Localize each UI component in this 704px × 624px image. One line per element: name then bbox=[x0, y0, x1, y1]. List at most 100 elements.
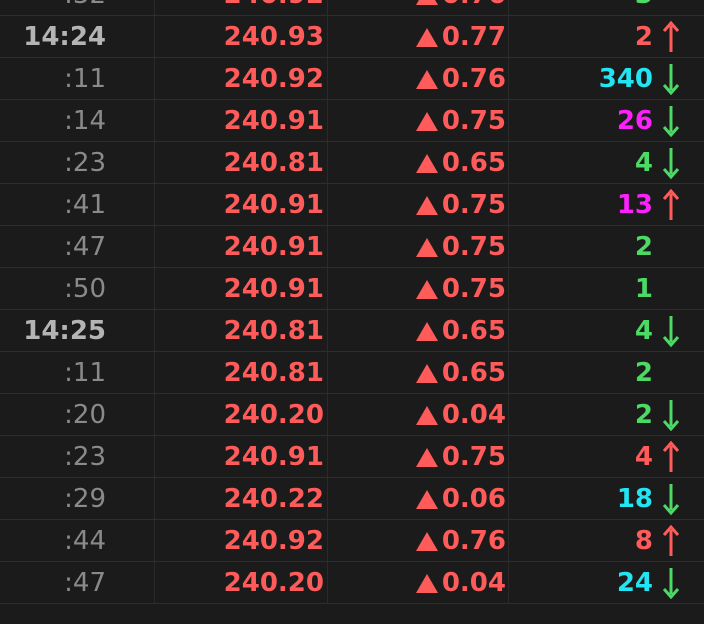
price-up-triangle-icon bbox=[416, 112, 438, 131]
trade-time: :14 bbox=[64, 106, 106, 136]
trade-change: 0.65 bbox=[441, 316, 506, 346]
trade-price: 240.92 bbox=[154, 0, 324, 16]
trade-time: :47 bbox=[64, 232, 106, 262]
trade-volume: 2 bbox=[634, 400, 653, 430]
trade-time: :41 bbox=[64, 190, 106, 220]
trade-time: :44 bbox=[64, 526, 106, 556]
trade-change: 0.75 bbox=[441, 190, 506, 220]
up-arrow-icon bbox=[662, 440, 680, 472]
trade-time: :32 bbox=[0, 0, 106, 16]
price-up-triangle-icon bbox=[416, 322, 438, 341]
trade-time: :11 bbox=[64, 64, 106, 94]
trade-price: 240.81 bbox=[223, 358, 324, 388]
price-up-triangle-icon bbox=[416, 280, 438, 299]
trade-volume: 26 bbox=[616, 106, 653, 136]
trade-time: :47 bbox=[64, 568, 106, 598]
trade-volume: 4 bbox=[634, 316, 653, 346]
trade-change: 0.65 bbox=[441, 358, 506, 388]
trade-row: :41 240.91 0.75 13 bbox=[0, 184, 704, 226]
trade-time: 14:24 bbox=[23, 22, 106, 52]
up-arrow-icon bbox=[662, 524, 680, 556]
trade-row: :11 240.92 0.76 340 bbox=[0, 58, 704, 100]
trade-change: 0.75 bbox=[441, 106, 506, 136]
trade-change: 0.06 bbox=[441, 484, 506, 514]
trade-volume: 340 bbox=[598, 64, 653, 94]
price-up-triangle-icon bbox=[416, 28, 438, 47]
trade-price: 240.92 bbox=[223, 64, 324, 94]
trade-row: :23 240.81 0.65 4 bbox=[0, 142, 704, 184]
trade-price: 240.91 bbox=[223, 190, 324, 220]
trade-time: :23 bbox=[64, 148, 106, 178]
price-up-triangle-icon bbox=[416, 364, 438, 383]
trade-time: :50 bbox=[64, 274, 106, 304]
trade-row: :23 240.91 0.75 4 bbox=[0, 436, 704, 478]
price-up-triangle-icon bbox=[416, 70, 438, 89]
trade-time: :23 bbox=[64, 442, 106, 472]
trade-volume: 2 bbox=[634, 22, 653, 52]
price-up-triangle-icon bbox=[416, 406, 438, 425]
trade-change: 0.65 bbox=[441, 148, 506, 178]
trade-price: 240.91 bbox=[223, 106, 324, 136]
trade-volume: 8 bbox=[634, 526, 653, 556]
trade-row: :20 240.20 0.04 2 bbox=[0, 394, 704, 436]
down-arrow-icon bbox=[662, 148, 680, 180]
trade-price: 240.20 bbox=[223, 568, 324, 598]
price-up-triangle-icon bbox=[416, 490, 438, 509]
trade-price: 240.22 bbox=[223, 484, 324, 514]
trade-change: 0.75 bbox=[441, 232, 506, 262]
price-up-triangle-icon bbox=[416, 448, 438, 467]
trade-row: 14:24 240.93 0.77 2 bbox=[0, 16, 704, 58]
trade-volume: 2 bbox=[634, 232, 653, 262]
trade-row: 14:25 240.81 0.65 4 bbox=[0, 310, 704, 352]
trade-change: 0.76 bbox=[441, 64, 506, 94]
price-up-triangle-icon bbox=[416, 574, 438, 593]
trade-volume: 3 bbox=[508, 0, 653, 16]
trade-price: 240.91 bbox=[223, 232, 324, 262]
trade-price: 240.91 bbox=[223, 274, 324, 304]
trade-row-partial: :32 240.92 0.76 3 bbox=[0, 0, 704, 16]
trade-time: 14:25 bbox=[23, 316, 106, 346]
trade-change: 0.75 bbox=[441, 274, 506, 304]
up-arrow-icon bbox=[662, 20, 680, 52]
trade-volume: 2 bbox=[634, 358, 653, 388]
time-and-sales-panel: :32 240.92 0.76 3 14:24240.930.772:11240… bbox=[0, 0, 704, 624]
trade-row: :44 240.92 0.76 8 bbox=[0, 520, 704, 562]
price-up-triangle-icon bbox=[416, 238, 438, 257]
trade-row: :50 240.91 0.75 1 bbox=[0, 268, 704, 310]
trade-row: :11 240.81 0.65 2 bbox=[0, 352, 704, 394]
trade-change: 0.77 bbox=[441, 22, 506, 52]
down-arrow-icon bbox=[662, 484, 680, 516]
down-arrow-icon bbox=[662, 400, 680, 432]
trade-row: :29 240.22 0.06 18 bbox=[0, 478, 704, 520]
trade-price: 240.91 bbox=[223, 442, 324, 472]
price-up-triangle-icon bbox=[416, 0, 438, 5]
trade-price: 240.92 bbox=[223, 526, 324, 556]
trade-change: 0.76 bbox=[440, 0, 506, 16]
trade-price: 240.81 bbox=[223, 148, 324, 178]
trade-volume: 4 bbox=[634, 442, 653, 472]
trade-row: :14 240.91 0.75 26 bbox=[0, 100, 704, 142]
trade-row: :47 240.20 0.04 24 bbox=[0, 562, 704, 604]
trade-time: :20 bbox=[64, 400, 106, 430]
trade-time: :11 bbox=[64, 358, 106, 388]
trade-change: 0.04 bbox=[441, 568, 506, 598]
trade-volume: 1 bbox=[634, 274, 653, 304]
trade-change: 0.76 bbox=[441, 526, 506, 556]
down-arrow-icon bbox=[662, 568, 680, 600]
price-up-triangle-icon bbox=[416, 196, 438, 215]
trade-price: 240.93 bbox=[223, 22, 324, 52]
price-up-triangle-icon bbox=[416, 532, 438, 551]
trade-volume: 18 bbox=[616, 484, 653, 514]
trade-change: 0.04 bbox=[441, 400, 506, 430]
up-arrow-icon bbox=[662, 188, 680, 220]
trade-volume: 13 bbox=[616, 190, 653, 220]
down-arrow-icon bbox=[662, 64, 680, 96]
trade-time: :29 bbox=[64, 484, 106, 514]
trade-price: 240.20 bbox=[223, 400, 324, 430]
trade-volume: 4 bbox=[634, 148, 653, 178]
trade-row: :47 240.91 0.75 2 bbox=[0, 226, 704, 268]
trade-volume: 24 bbox=[616, 568, 653, 598]
down-arrow-icon bbox=[662, 316, 680, 348]
trade-change: 0.75 bbox=[441, 442, 506, 472]
down-arrow-icon bbox=[662, 106, 680, 138]
